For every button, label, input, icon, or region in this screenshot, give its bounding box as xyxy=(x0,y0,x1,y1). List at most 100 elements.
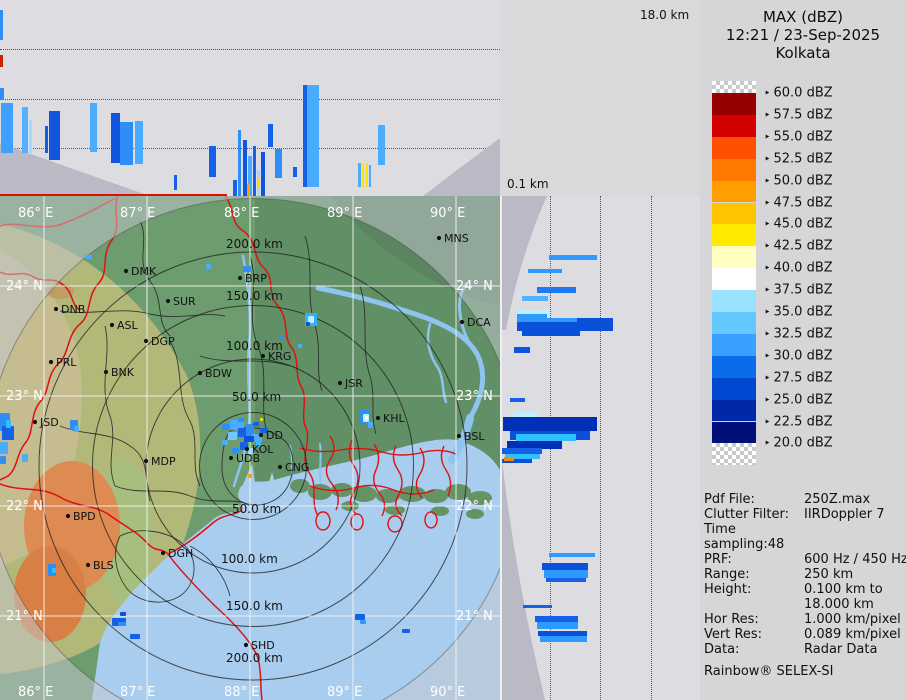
range-ring-label: 200.0 km xyxy=(226,651,283,665)
info-row-value: 0.089 km/pixel xyxy=(804,627,901,642)
radar-echo-blob xyxy=(0,456,6,464)
echo-bar xyxy=(247,184,250,196)
longitude-label-top: 90° E xyxy=(430,206,465,221)
city-dot-udb xyxy=(228,455,234,461)
echo-bar xyxy=(516,434,576,441)
info-row-value: 18.000 km xyxy=(804,597,874,612)
legend-threshold-label: 55.0 dBZ xyxy=(764,129,833,144)
city-dot-jsr xyxy=(337,380,343,386)
city-label-bpd: BPD xyxy=(73,510,96,523)
echo-bar xyxy=(238,130,241,196)
city-dot-mdp xyxy=(143,458,149,464)
radar-echo-blob xyxy=(260,418,263,421)
radar-echo-blob xyxy=(228,432,237,440)
echo-bar xyxy=(45,126,48,153)
legend-threshold-label: 50.0 dBZ xyxy=(764,173,833,188)
radar-echo-blob xyxy=(253,422,259,426)
city-label-sur: SUR xyxy=(173,295,196,308)
radar-map-panel[interactable]: 86° E 86° E 87° E 87° E 88° E 88° E 89° E 89° E… xyxy=(0,196,500,700)
longitude-label-top: 86° E xyxy=(18,206,53,221)
latitude-label-right: 22° N xyxy=(456,499,493,514)
city-dot-bnk xyxy=(103,369,109,375)
city-dot-bsl xyxy=(456,433,462,439)
city-label-jsd: JSD xyxy=(39,416,59,429)
echo-bar xyxy=(1,103,13,153)
echo-bar xyxy=(549,553,595,557)
echo-bar xyxy=(0,55,3,67)
range-ring-label: 150.0 km xyxy=(226,599,283,613)
legend-swatch xyxy=(712,355,756,378)
height-gridline xyxy=(651,196,652,700)
city-dot-bls xyxy=(85,562,91,568)
legend-swatch xyxy=(712,114,756,137)
info-row: PRF: 600 Hz / 450 Hz xyxy=(704,552,906,567)
legend-swatch xyxy=(712,224,756,247)
info-row-label: Range: xyxy=(704,567,750,582)
range-ring-label: 100.0 km xyxy=(221,552,278,566)
legend-swatch xyxy=(712,377,756,400)
city-dot-kol xyxy=(244,446,250,452)
radar-echo-blob xyxy=(355,614,365,620)
echo-bar xyxy=(275,149,282,178)
sidebar: MAX (dBZ) 12:21 / 23-Sep-2025 Kolkata 60… xyxy=(700,0,906,700)
city-label-dnb: DNB xyxy=(61,303,85,316)
info-row-label xyxy=(704,597,804,612)
latitude-label-left: 21° N xyxy=(6,609,43,624)
height-axis-min-label: 0.1 km xyxy=(507,177,549,191)
latitude-label-left: 23° N xyxy=(6,389,43,404)
echo-bar xyxy=(362,163,364,187)
radar-echo-blob xyxy=(244,436,254,442)
city-dot-dgp xyxy=(143,338,149,344)
longitude-label-bottom: 90° E xyxy=(430,685,465,700)
legend-threshold-label: 40.0 dBZ xyxy=(764,261,833,276)
info-row: Time sampling:48 xyxy=(704,522,904,552)
echo-bar xyxy=(542,563,588,570)
echo-bar xyxy=(111,113,120,163)
echo-bar xyxy=(0,10,3,40)
product-title-block: MAX (dBZ) 12:21 / 23-Sep-2025 Kolkata xyxy=(700,8,906,62)
cross-section-right-panel[interactable] xyxy=(502,196,700,700)
city-label-dgh: DGH xyxy=(168,547,193,560)
city-label-asl: ASL xyxy=(117,319,139,332)
product-info-block: Pdf File: 250Z.max Clutter Filter: IIRDoppl… xyxy=(704,492,906,679)
echo-bar xyxy=(358,163,361,187)
info-row: Hor Res: 1.000 km/pixel xyxy=(704,612,904,627)
echo-bar xyxy=(514,347,530,353)
info-row: 18.000 km xyxy=(704,597,904,612)
legend-swatch xyxy=(712,399,756,422)
city-dot-sur xyxy=(165,298,171,304)
legend-threshold-label: 27.5 dBZ xyxy=(764,370,833,385)
cross-section-top-panel[interactable] xyxy=(0,0,500,196)
legend-swatch xyxy=(712,312,756,334)
city-dot-krg xyxy=(260,353,266,359)
legend-threshold-label: 25.0 dBZ xyxy=(764,392,833,407)
echo-bar xyxy=(253,146,256,196)
echo-bar xyxy=(537,287,576,293)
radar-echo-blob xyxy=(360,620,366,624)
range-ring-label: 50.0 km xyxy=(232,502,281,516)
legend-threshold-label: 45.0 dBZ xyxy=(764,217,833,232)
longitude-label-bottom: 86° E xyxy=(18,685,53,700)
radar-echo-blob xyxy=(74,426,79,432)
range-ring-label: 200.0 km xyxy=(226,237,283,251)
range-ring-label: 50.0 km xyxy=(232,390,281,404)
info-row: Height: 0.100 km to xyxy=(704,582,904,597)
city-dot-prl xyxy=(48,359,54,365)
longitude-label-top: 89° E xyxy=(327,206,362,221)
info-row: Data: Radar Data xyxy=(704,642,904,657)
city-dot-shd xyxy=(243,642,249,648)
city-label-dmk: DMK xyxy=(131,265,157,278)
info-row-label: Hor Res: xyxy=(704,612,759,627)
legend-threshold-label: 32.5 dBZ xyxy=(764,326,833,341)
info-row-label: Height: xyxy=(704,582,752,597)
radar-echo-blob xyxy=(238,418,244,422)
radar-echo-blob xyxy=(22,454,28,462)
height-gridline xyxy=(0,49,500,50)
info-row-label: Vert Res: xyxy=(704,627,763,642)
radar-echo-blob xyxy=(6,420,11,428)
info-row: Clutter Filter: IIRDoppler 7 xyxy=(704,507,904,522)
echo-bar xyxy=(22,107,28,153)
city-dot-bpd xyxy=(65,513,71,519)
echo-bar xyxy=(369,165,371,187)
radar-echo-blob xyxy=(118,622,126,626)
